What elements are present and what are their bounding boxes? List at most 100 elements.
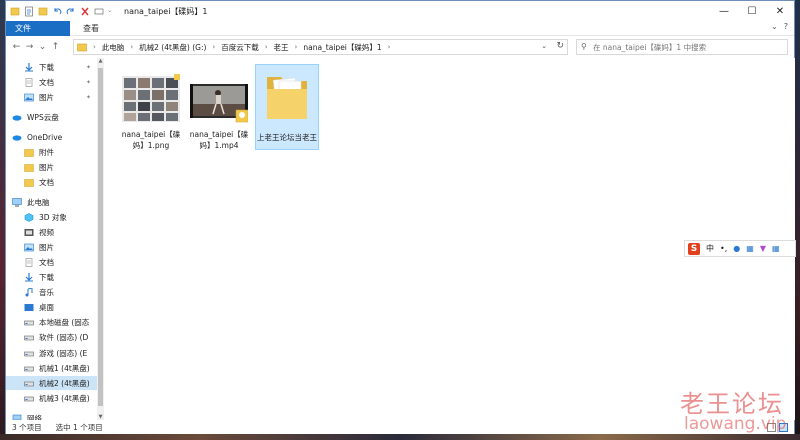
download-icon bbox=[25, 272, 33, 281]
chevron-down-icon[interactable] bbox=[108, 6, 114, 17]
keyboard-icon[interactable]: ▦ bbox=[746, 244, 754, 253]
rename-icon[interactable] bbox=[94, 6, 104, 17]
grid-menu-icon[interactable]: ▦ bbox=[772, 244, 780, 253]
properties-icon[interactable] bbox=[24, 6, 34, 17]
undo-icon[interactable] bbox=[52, 6, 62, 17]
back-button[interactable]: ← bbox=[10, 39, 23, 55]
sidebar-item-18[interactable]: 游戏 (固态) (E bbox=[6, 346, 104, 360]
address-bar[interactable]: › 此电脑 › 机械2 (4t黑盘) (G:) › 百度云下载 › 老王 › n… bbox=[73, 39, 568, 55]
sidebar-item-label: 本地磁盘 (固态 bbox=[39, 317, 90, 327]
sidebar-item-0[interactable]: 下载 ✦ bbox=[6, 60, 104, 74]
drive-icon bbox=[24, 396, 34, 401]
desktop-background-right bbox=[795, 0, 800, 440]
selection-count: 选中 1 个项目 bbox=[55, 423, 103, 432]
sidebar-item-22[interactable]: 网络 bbox=[6, 411, 104, 420]
sogou-logo-icon[interactable]: S bbox=[688, 242, 700, 255]
sidebar-item-label: 机械1 (4t黑盘) bbox=[39, 363, 90, 373]
sidebar-item-13[interactable]: 下载 bbox=[6, 270, 104, 284]
up-button[interactable]: ↑ bbox=[49, 39, 62, 55]
window-title: nana_taipei【碟妈】1 bbox=[124, 6, 208, 16]
forward-button[interactable]: → bbox=[23, 39, 36, 55]
ribbon-tabs: 文件 主页 共享 查看 ⌄ ? bbox=[6, 20, 794, 36]
sidebar-item-7[interactable]: 文档 bbox=[6, 175, 104, 189]
ime-toolbar: S 中 •, ● ▦ ▼ ▦ bbox=[684, 240, 796, 257]
scrollbar-thumb[interactable] bbox=[98, 68, 103, 406]
scroll-up-icon[interactable]: ▲ bbox=[97, 58, 104, 64]
sidebar-item-12[interactable]: 文档 bbox=[6, 255, 104, 269]
picture-icon bbox=[24, 93, 34, 101]
sidebar-item-5[interactable]: 附件 bbox=[6, 145, 104, 159]
redo-icon[interactable] bbox=[66, 6, 76, 17]
window-controls: — ☐ ✕ bbox=[710, 1, 794, 21]
sidebar-item-1[interactable]: 文档 ✦ bbox=[6, 75, 104, 89]
chevron-right-icon: › bbox=[130, 43, 134, 51]
sidebar-item-11[interactable]: 图片 bbox=[6, 240, 104, 254]
status-bar: 3 个项目 选中 1 个项目 bbox=[6, 421, 794, 434]
search-input[interactable]: ⚲ 在 nana_taipei【碟妈】1 中搜索 bbox=[576, 39, 788, 55]
microphone-icon[interactable]: ● bbox=[733, 244, 740, 253]
sidebar-item-2[interactable]: 图片 ✦ bbox=[6, 90, 104, 104]
network-icon bbox=[12, 414, 22, 420]
sidebar-item-3[interactable]: WPS云盘 bbox=[6, 110, 104, 124]
tab-view[interactable]: 查看 bbox=[74, 21, 108, 36]
folder-icon bbox=[24, 178, 34, 187]
sidebar-item-21[interactable]: 机械3 (4t黑盘) bbox=[6, 391, 104, 405]
cube-icon bbox=[24, 212, 34, 222]
sidebar-item-17[interactable]: 软件 (固态) (D bbox=[6, 330, 104, 344]
ime-mode-chinese[interactable]: 中 bbox=[706, 243, 714, 254]
file-name-label: nana_taipei【碟妈】1.png bbox=[121, 130, 181, 150]
close-button[interactable]: ✕ bbox=[766, 1, 794, 21]
sidebar-item-6[interactable]: 图片 bbox=[6, 160, 104, 174]
music-icon bbox=[25, 287, 33, 296]
watermark-url: laowang.vip bbox=[684, 414, 787, 434]
document-icon bbox=[25, 257, 33, 267]
sidebar-item-4[interactable]: OneDrive bbox=[6, 130, 104, 144]
skin-icon[interactable]: ▼ bbox=[760, 244, 766, 253]
sidebar-item-9[interactable]: 3D 对象 bbox=[6, 210, 104, 224]
breadcrumb-this-pc[interactable]: 此电脑 bbox=[102, 42, 125, 53]
sidebar-item-label: 机械2 (4t黑盘) bbox=[39, 378, 90, 388]
cloud-icon bbox=[12, 134, 22, 141]
scroll-down-icon[interactable]: ▼ bbox=[97, 414, 104, 420]
sidebar-item-label: 机械3 (4t黑盘) bbox=[39, 393, 90, 403]
recent-locations-button[interactable]: ⌄ bbox=[36, 39, 49, 55]
video-icon bbox=[24, 228, 34, 236]
sidebar-item-15[interactable]: 桌面 bbox=[6, 300, 104, 314]
maximize-button[interactable]: ☐ bbox=[738, 1, 766, 21]
sidebar-item-label: 软件 (固态) (D bbox=[39, 332, 89, 342]
sidebar-item-8[interactable]: 此电脑 bbox=[6, 195, 104, 209]
breadcrumb-current-folder[interactable]: nana_taipei【碟妈】1 bbox=[303, 42, 381, 53]
chevron-right-icon: › bbox=[294, 43, 298, 51]
file-list-area[interactable]: nana_taipei【碟妈】1.png nana_taipei【碟妈】1.mp… bbox=[105, 58, 795, 420]
tab-file[interactable]: 文件 bbox=[6, 20, 70, 36]
breadcrumb-baidu-download[interactable]: 百度云下载 bbox=[221, 42, 259, 53]
breadcrumb-drive[interactable]: 机械2 (4t黑盘) (G:) bbox=[139, 42, 206, 53]
minimize-button[interactable]: — bbox=[710, 1, 738, 21]
sidebar-item-label: 附件 bbox=[39, 147, 54, 157]
breadcrumb-laowang[interactable]: 老王 bbox=[274, 42, 289, 53]
chevron-right-icon: › bbox=[387, 43, 391, 51]
folder-item[interactable]: 上老王论坛当老王 bbox=[255, 64, 319, 150]
folder-icon bbox=[10, 7, 20, 15]
sidebar-item-19[interactable]: 机械1 (4t黑盘) bbox=[6, 361, 104, 375]
sidebar-item-20[interactable]: 机械2 (4t黑盘) bbox=[6, 376, 104, 390]
chevron-down-icon[interactable]: ⌄ bbox=[541, 42, 547, 50]
sidebar-item-16[interactable]: 本地磁盘 (固态 bbox=[6, 315, 104, 329]
chevron-right-icon: › bbox=[212, 43, 216, 51]
refresh-icon[interactable]: ↻ bbox=[556, 41, 564, 51]
file-item-mp4[interactable]: nana_taipei【碟妈】1.mp4 bbox=[187, 74, 251, 151]
sidebar-item-label: WPS云盘 bbox=[27, 112, 59, 122]
help-icon[interactable]: ? bbox=[784, 22, 788, 31]
sidebar-item-label: 下载 bbox=[39, 272, 54, 282]
delete-icon[interactable] bbox=[80, 6, 90, 17]
new-folder-icon[interactable] bbox=[38, 6, 48, 17]
ime-punctuation-icon[interactable]: •, bbox=[720, 244, 727, 253]
file-item-png[interactable]: nana_taipei【碟妈】1.png bbox=[119, 74, 183, 151]
chevron-right-icon: › bbox=[93, 43, 96, 51]
chevron-right-icon: › bbox=[264, 43, 268, 51]
sidebar-item-10[interactable]: 视频 bbox=[6, 225, 104, 239]
sidebar-item-14[interactable]: 音乐 bbox=[6, 285, 104, 299]
picture-icon bbox=[24, 243, 34, 251]
navigation-pane-scrollbar[interactable]: ▲ ▼ bbox=[97, 58, 104, 420]
chevron-down-icon[interactable]: ⌄ bbox=[771, 22, 778, 31]
